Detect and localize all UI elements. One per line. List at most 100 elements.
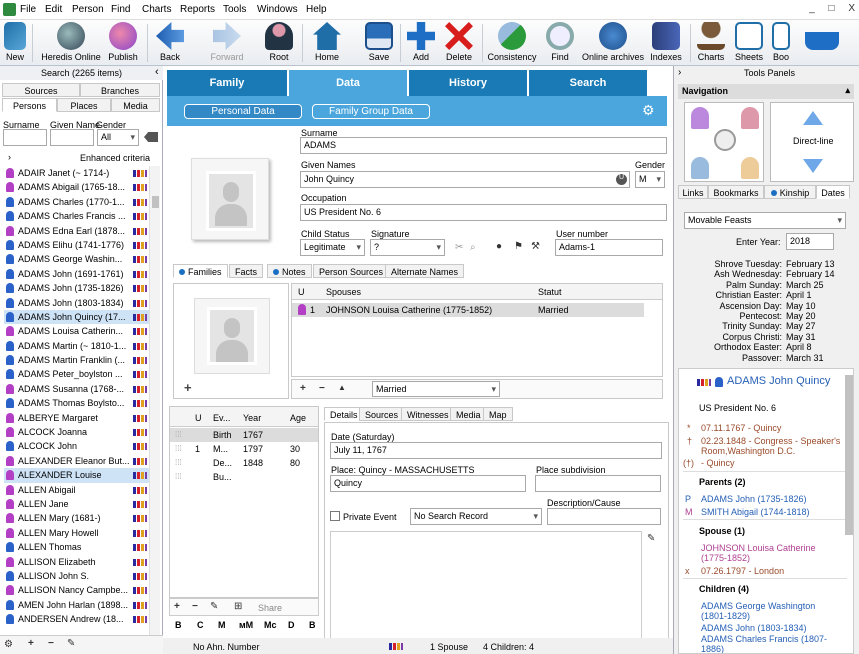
union-status-select[interactable]: Married: [372, 381, 500, 397]
private-event-checkbox[interactable]: [330, 511, 340, 521]
tab-media[interactable]: Media: [450, 407, 487, 421]
description-input[interactable]: [547, 508, 661, 525]
tab-details[interactable]: Details: [324, 407, 364, 421]
info-child-link[interactable]: ADAMS Charles Francis (1807-: [701, 634, 827, 644]
heredis-online-button[interactable]: Heredis Online: [40, 22, 102, 62]
tab-media[interactable]: Media: [111, 98, 160, 112]
person-list-item[interactable]: ADAMS John (1735-1826): [4, 281, 149, 295]
user-number-input[interactable]: Adams-1: [555, 239, 663, 256]
tab-history[interactable]: History: [409, 70, 527, 96]
info-scrollbar[interactable]: [845, 375, 853, 535]
person-list-item[interactable]: ADAMS Elihu (1741-1776): [4, 238, 149, 252]
info-person-name[interactable]: ADAMS John Quincy: [727, 375, 830, 387]
person-list-item[interactable]: ADAMS Charles (1770-1...: [4, 195, 149, 209]
add-spouse-photo-icon[interactable]: +: [184, 380, 192, 395]
person-list-item[interactable]: ADAMS John Quincy (17...: [4, 309, 149, 325]
enter-year-input[interactable]: 2018: [786, 233, 834, 250]
event-row[interactable]: ⁞⁞⁞ De... 1848 80: [170, 456, 318, 470]
menu-find[interactable]: Find: [111, 4, 130, 15]
menu-windows[interactable]: Windows: [257, 4, 298, 15]
menu-person[interactable]: Person: [72, 4, 104, 15]
direct-line-navigator[interactable]: Direct-line: [770, 102, 854, 182]
tab-facts[interactable]: Facts: [229, 264, 264, 278]
person-list-item[interactable]: ALLISON Elizabeth: [4, 555, 149, 569]
charts-button[interactable]: Charts: [696, 22, 726, 62]
tab-witnesses[interactable]: Witnesses: [401, 407, 455, 421]
edit-note-icon[interactable]: ✎: [647, 533, 655, 544]
tab-family[interactable]: Family: [167, 70, 287, 96]
info-child-link[interactable]: ADAMS John (1803-1834): [701, 623, 807, 633]
settings-gear-icon[interactable]: ⚙: [642, 102, 655, 119]
root-button[interactable]: Root: [264, 22, 294, 62]
person-list-item[interactable]: ADAMS Peter_boylston ...: [4, 367, 149, 381]
info-mother-link[interactable]: SMITH Abigail (1744-1818): [701, 507, 810, 517]
date-input[interactable]: July 11, 1767: [330, 442, 662, 459]
b-button[interactable]: B: [309, 620, 316, 630]
movable-feasts-select[interactable]: Movable Feasts: [684, 212, 846, 229]
surname-filter-input[interactable]: [3, 129, 47, 146]
person-list-item[interactable]: ADAMS George Washin...: [4, 252, 149, 266]
info-spouse-link[interactable]: JOHNSON Louisa Catherine: [701, 543, 816, 553]
person-list-item[interactable]: ALBERYE Margaret: [4, 411, 149, 425]
tab-sources[interactable]: Sources: [359, 407, 405, 421]
c-button[interactable]: C: [197, 620, 204, 630]
bold-button[interactable]: B: [175, 620, 182, 630]
person-list-item[interactable]: ALLEN Abigail: [4, 483, 149, 497]
event-col-age[interactable]: Age: [290, 413, 306, 423]
d-button[interactable]: D: [288, 620, 295, 630]
person-list-item[interactable]: ADAMS Susanna (1768-...: [4, 382, 149, 396]
person-photo[interactable]: [191, 158, 269, 240]
remove-person-icon[interactable]: −: [48, 638, 54, 649]
place-subdivision-input[interactable]: [535, 475, 661, 492]
tab-person-sources[interactable]: Person Sources: [313, 264, 390, 278]
given-names-input[interactable]: John Quincy: [300, 171, 630, 188]
person-list-item[interactable]: ALEXANDER Louise: [4, 468, 149, 483]
search-small-icon[interactable]: ⌕: [470, 242, 476, 253]
settings-gear-icon[interactable]: ⚙: [4, 639, 13, 650]
person-list-item[interactable]: ALLEN Mary Howell: [4, 526, 149, 540]
mm-button[interactable]: мM: [239, 620, 253, 630]
indexes-button[interactable]: Indexes: [650, 22, 682, 62]
info-child-dates[interactable]: (1801-1829): [701, 611, 750, 621]
tab-search[interactable]: Search: [529, 70, 647, 96]
forward-button[interactable]: Forward: [206, 22, 248, 62]
add-button[interactable]: Add: [406, 22, 436, 62]
signature-select[interactable]: ?: [370, 239, 445, 256]
person-list-item[interactable]: ADAMS Charles Francis ...: [4, 209, 149, 223]
restore-button[interactable]: □: [829, 3, 835, 14]
tab-sources[interactable]: Sources: [2, 83, 80, 97]
person-list-item[interactable]: ADAMS John (1803-1834): [4, 296, 149, 310]
person-list-scrollbar[interactable]: [149, 166, 160, 636]
child-status-select[interactable]: Legitimate: [300, 239, 365, 256]
person-list-item[interactable]: ADAMS Abigail (1765-18...: [4, 180, 149, 194]
tab-families[interactable]: Families: [173, 264, 228, 278]
tab-places[interactable]: Places: [57, 98, 111, 112]
share-button[interactable]: Share: [258, 603, 282, 613]
menu-help[interactable]: Help: [306, 4, 327, 15]
tab-alternate-names[interactable]: Alternate Names: [385, 264, 465, 278]
enhanced-criteria-label[interactable]: Enhanced criteria: [80, 153, 150, 163]
add-person-icon[interactable]: +: [28, 638, 34, 649]
clear-filter-icon[interactable]: [144, 132, 158, 142]
person-icon[interactable]: ●: [496, 241, 502, 252]
event-row[interactable]: ⁞⁞⁞ 1 M... 1797 30: [170, 442, 318, 456]
gender-filter-select[interactable]: All: [97, 129, 139, 146]
sheets-button[interactable]: Sheets: [734, 22, 764, 62]
consistency-button[interactable]: Consistency: [486, 22, 538, 62]
person-list-item[interactable]: ADAMS Louisa Catherin...: [4, 324, 149, 338]
menu-edit[interactable]: Edit: [45, 4, 62, 15]
info-father-link[interactable]: ADAMS John (1735-1826): [701, 494, 807, 504]
menu-tools[interactable]: Tools: [223, 4, 246, 15]
save-button[interactable]: Save: [364, 22, 394, 62]
basket-button[interactable]: [804, 22, 840, 50]
given-name-filter-input[interactable]: [50, 129, 94, 146]
person-list-item[interactable]: ADAMS Edna Earl (1878...: [4, 224, 149, 238]
spouse-col-statut[interactable]: Statut: [538, 287, 562, 297]
person-list-item[interactable]: ADAMS Martin (~ 1810-1...: [4, 339, 149, 353]
add-spouse-icon[interactable]: +: [300, 383, 306, 394]
tab-dates[interactable]: Dates: [816, 185, 850, 199]
family-navigation-graphic[interactable]: [684, 102, 764, 182]
publish-button[interactable]: Publish: [104, 22, 142, 62]
tab-kinship[interactable]: Kinship: [764, 185, 816, 199]
place-input[interactable]: Quincy: [330, 475, 526, 492]
